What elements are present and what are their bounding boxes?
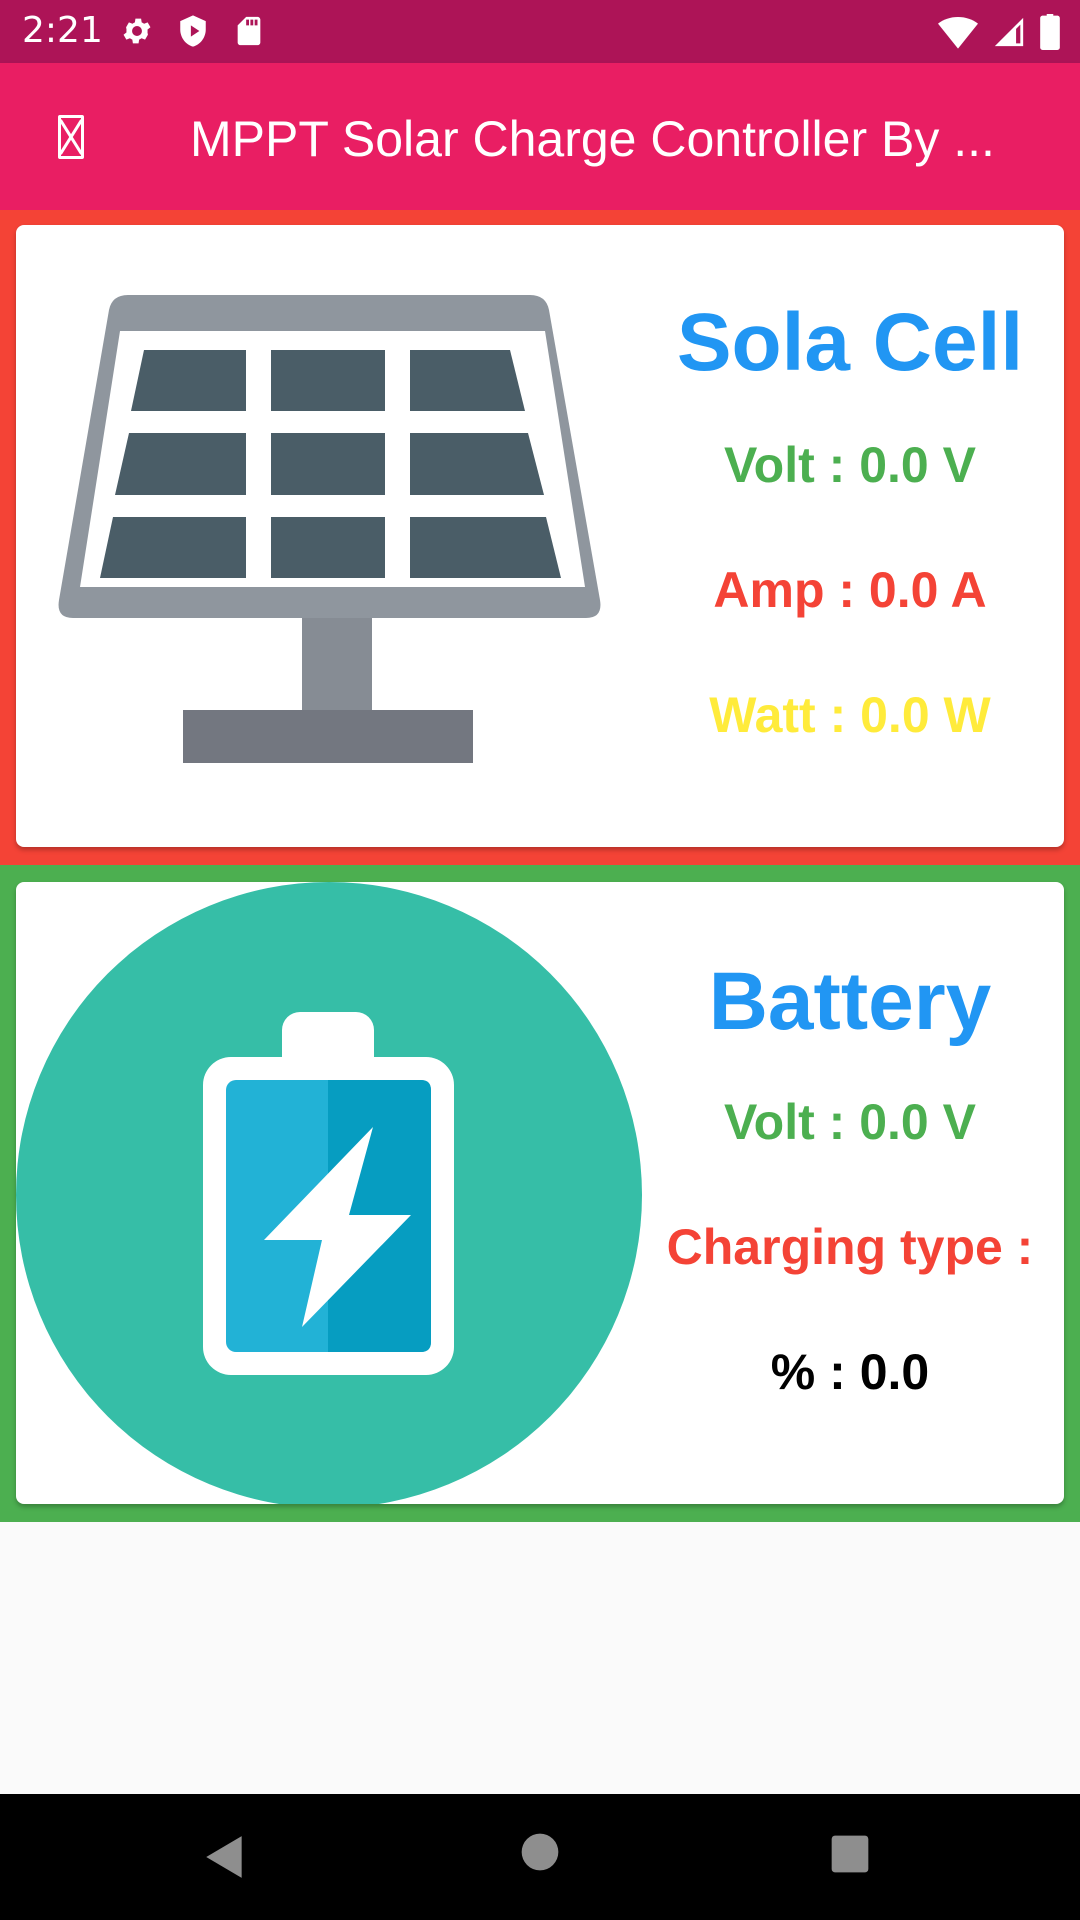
battery-card: Battery Volt : 0.0 V Charging type : % :… <box>16 882 1064 1504</box>
solar-cell-card: Sola Cell Volt : 0.0 V Amp : 0.0 A Watt … <box>16 225 1064 847</box>
solar-cell-panel: Sola Cell Volt : 0.0 V Amp : 0.0 A Watt … <box>0 210 1080 865</box>
battery-percent-text: % : 0.0 <box>770 1344 930 1400</box>
settings-icon <box>123 18 151 44</box>
home-icon[interactable] <box>520 1832 560 1872</box>
solar-watt-text: Watt : 0.0 W <box>709 687 991 743</box>
recents-icon[interactable] <box>830 1834 870 1874</box>
solar-cell-title: Sola Cell <box>676 297 1024 388</box>
battery-icon <box>1040 14 1060 50</box>
navigation-bar <box>0 1794 1080 1920</box>
charging-type-text: Charging type : <box>666 1219 1034 1275</box>
shield-icon <box>180 15 206 47</box>
app-bar: MPPT Solar Charge Controller By ... <box>0 63 1080 210</box>
solar-panel-icon <box>58 295 601 763</box>
status-bar: 2:21 <box>0 0 1080 63</box>
battery-title: Battery <box>708 956 992 1047</box>
solar-volt-text: Volt : 0.0 V <box>724 437 976 493</box>
sd-card-icon <box>237 16 261 46</box>
solar-cell-readings: Sola Cell Volt : 0.0 V Amp : 0.0 A Watt … <box>636 225 1064 847</box>
back-icon[interactable] <box>200 1832 250 1882</box>
status-time: 2:21 <box>22 10 103 51</box>
battery-panel: Battery Volt : 0.0 V Charging type : % :… <box>0 865 1080 1522</box>
battery-volt-text: Volt : 0.0 V <box>724 1094 976 1150</box>
battery-readings: Battery Volt : 0.0 V Charging type : % :… <box>636 882 1064 1504</box>
battery-charging-icon <box>16 882 642 1504</box>
missing-glyph-icon[interactable] <box>58 115 84 159</box>
wifi-icon <box>938 17 978 49</box>
cell-signal-icon <box>994 17 1024 47</box>
app-title: MPPT Solar Charge Controller By ... <box>190 111 995 167</box>
solar-amp-text: Amp : 0.0 A <box>713 562 987 618</box>
